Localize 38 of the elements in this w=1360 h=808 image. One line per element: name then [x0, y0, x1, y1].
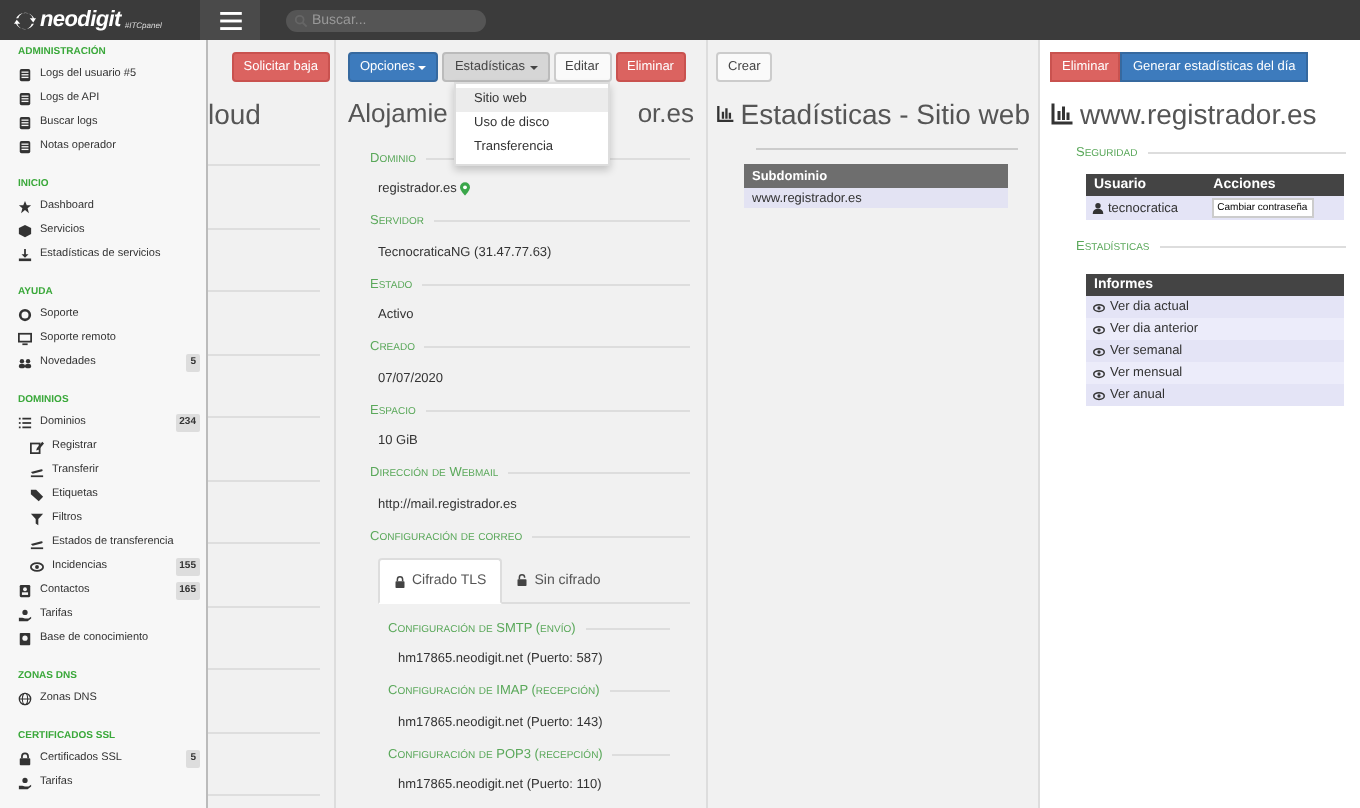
monitor-icon: [18, 331, 32, 345]
hand-icon: [18, 607, 32, 621]
eye-icon: [1092, 345, 1106, 357]
eye-icon: [1092, 323, 1106, 335]
menu-icon: [219, 11, 241, 29]
panel-title: www.registrador.es: [1080, 96, 1317, 134]
logo-text: neodigit: [40, 8, 121, 32]
panel-title: Estadísticas - Sitio web: [740, 96, 1030, 134]
bar-chart-icon: [716, 102, 735, 126]
document-icon: [18, 115, 32, 129]
circular-arrows-icon: [14, 9, 36, 31]
bar-chart-icon: [1050, 102, 1074, 126]
lock-icon: [18, 751, 32, 765]
edit-icon: [30, 439, 44, 453]
eye-icon: [1092, 301, 1106, 313]
document-icon: [18, 67, 32, 81]
eye-icon: [30, 559, 44, 573]
star-icon: [18, 199, 32, 213]
filter-icon: [30, 511, 44, 525]
book-icon: [18, 631, 32, 645]
tag-icon: [30, 487, 44, 501]
panel-title: loud: [208, 96, 263, 134]
user-icon: [1092, 202, 1104, 214]
download-icon: [18, 247, 32, 261]
contact-card-icon: [18, 583, 32, 597]
hand-icon: [18, 775, 32, 789]
panel-title: or.es: [637, 96, 694, 132]
lifebuoy-icon: [18, 307, 32, 321]
people-icon: [18, 355, 32, 369]
eye-icon: [1092, 367, 1106, 379]
menu-button[interactable]: [200, 0, 260, 40]
globe-icon: [18, 691, 32, 705]
list-icon: [18, 415, 32, 429]
document-icon: [18, 91, 32, 105]
search-icon: [294, 13, 308, 27]
panel-title: Alojamie: [348, 96, 448, 132]
eye-icon: [1092, 389, 1106, 401]
document-icon: [18, 139, 32, 153]
